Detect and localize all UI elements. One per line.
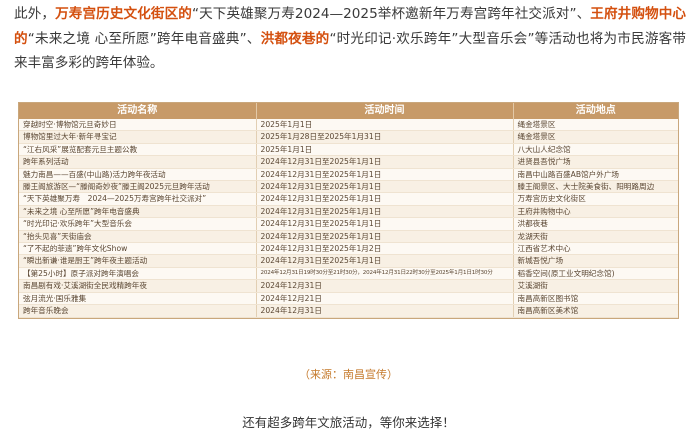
cell-location: 洪都夜巷 [513, 217, 678, 231]
table-row: 跨年音乐晚会 2024年12月31日 南昌高新区美术馆 [19, 304, 678, 318]
cell-time: 2024年12月31日至2025年1月1日 [256, 205, 514, 219]
intro-paragraph: 此外，万寿宫历史文化街区的“天下英雄聚万寿2024—2025举杯邀新年万寿宫跨年… [14, 2, 686, 76]
cell-location: 绳金塔景区 [513, 119, 678, 132]
cell-location: 进贤县吾悦广场 [513, 155, 678, 169]
table-header-row: 活动名称 活动时间 活动地点 [19, 103, 678, 119]
cell-time: 2024年12月31日至2025年1月1日 [256, 168, 514, 182]
table-row: “江右风采”展览配套元旦主题公教 2025年1月1日 八大山人纪念馆 [19, 143, 678, 157]
table-row: 跨年系列活动 2024年12月31日至2025年1月1日 进贤县吾悦广场 [19, 155, 678, 169]
cell-name: 跨年系列活动 [19, 155, 257, 169]
cell-name: “时光印记·欢乐跨年”大型音乐会 [19, 217, 257, 231]
table-row: 弦月流光·国乐雅集 2024年12月21日 南昌高新区图书馆 [19, 292, 678, 306]
cell-name: “抬头见喜”天街庙会 [19, 230, 257, 244]
cell-time: 2024年12月31日至2025年1月2日 [256, 242, 514, 256]
table-row: 【第25小时】原子派对跨年演唱会 2024年12月31日19时30分至21时30分… [19, 267, 678, 281]
activity-table: 活动名称 活动时间 活动地点 穿越时空·博物馆元旦奇妙日 2025年1月1日 绳金塔… [19, 103, 678, 318]
highlight-wanshougong: 万寿宫历史文化街区的 [55, 6, 192, 22]
cell-name: 穿越时空·博物馆元旦奇妙日 [19, 119, 257, 132]
cell-location: 江西省艺术中心 [513, 242, 678, 256]
cell-name: 博物馆里过大年·新年寻宝记 [19, 130, 257, 144]
table-row: “时光印记·欢乐跨年”大型音乐会 2024年12月31日至2025年1月1日 洪都夜… [19, 217, 678, 231]
cell-name: 弦月流光·国乐雅集 [19, 292, 257, 306]
cell-name: 跨年音乐晚会 [19, 304, 257, 318]
cell-time: 2024年12月31日至2025年1月1日 [256, 155, 514, 169]
cell-time: 2024年12月31日至2025年1月1日 [256, 192, 514, 206]
cell-location: 绳金塔景区 [513, 130, 678, 144]
intro-text-2: “天下英雄聚万寿2024—2025举杯邀新年万寿宫跨年社交派对”、 [191, 6, 591, 22]
cell-name: 滕王阁旅游区—“滕阁奇妙夜”滕王阁2025元旦跨年活动 [19, 180, 257, 194]
cell-location: 滕王阁景区、大士院美食街、阳明路周边 [513, 180, 678, 194]
activity-table-container: 活动名称 活动时间 活动地点 穿越时空·博物馆元旦奇妙日 2025年1月1日 绳金塔… [18, 102, 679, 319]
intro-text-1: 此外， [14, 6, 56, 22]
cell-name: 【第25小时】原子派对跨年演唱会 [19, 267, 257, 281]
cell-time: 2024年12月31日 [256, 304, 514, 318]
cell-name: “未来之境 心至所愿”跨年电音盛典 [19, 205, 257, 219]
table-row: 博物馆里过大年·新年寻宝记 2025年1月28日至2025年1月31日 绳金塔景区 [19, 130, 678, 144]
highlight-hongduyexiang: 洪都夜巷的 [260, 30, 330, 47]
table-row: “瞬出新谦·谁是厨王”跨年夜主题活动 2024年12月31日至2025年1月1日新… [19, 254, 678, 268]
table-row: 魅力南昌——百盛(中山路)活力跨年夜活动 2024年12月31日至2025年1月1… [19, 168, 678, 182]
header-activity-location: 活动地点 [513, 103, 678, 119]
table-row: 南昌剧有戏·艾溪湖街全民戏精跨年夜 2024年12月31日 艾溪湖街 [19, 279, 678, 293]
cell-location: 艾溪湖街 [513, 279, 678, 293]
header-activity-time: 活动时间 [256, 103, 514, 119]
cell-time: 2025年1月1日 [256, 119, 514, 132]
table-row: “未来之境 心至所愿”跨年电音盛典 2024年12月31日至2025年1月1日 王府… [19, 205, 678, 219]
cell-name: “了不起的菲遗”跨年文化Show [19, 242, 257, 256]
cell-name: 南昌剧有戏·艾溪湖街全民戏精跨年夜 [19, 279, 257, 293]
cell-time: 2025年1月1日 [256, 143, 514, 157]
cell-location: 龙湖天街 [513, 230, 678, 244]
cell-time: 2024年12月31日 [256, 279, 514, 293]
cell-time: 2024年12月31日至2025年1月1日 [256, 254, 514, 268]
source-caption: （来源：南昌宣传） [299, 368, 398, 381]
cell-location: 王府井购物中心 [513, 205, 678, 219]
table-row: 穿越时空·博物馆元旦奇妙日 2025年1月1日 绳金塔景区 [19, 119, 678, 132]
cell-location: 八大山人纪念馆 [513, 143, 678, 157]
cell-name: “瞬出新谦·谁是厨王”跨年夜主题活动 [19, 254, 257, 268]
footer-text: 还有超多跨年文旅活动，等你来选择！ [242, 415, 455, 430]
cell-time: 2024年12月31日19时30分至21时30分，2024年12月31日22时3… [256, 267, 514, 281]
cell-time: 2025年1月28日至2025年1月31日 [256, 130, 514, 144]
cell-time: 2024年12月31日至2025年1月1日 [256, 217, 514, 231]
header-activity-name: 活动名称 [19, 103, 257, 119]
cell-location: 南昌中山路百盛AB馆户外广场 [513, 168, 678, 182]
cell-name: “天下英雄聚万寿 2024—2025万寿宫跨年社交派对” [19, 192, 257, 206]
cell-name: 魅力南昌——百盛(中山路)活力跨年夜活动 [19, 168, 257, 182]
cell-time: 2024年12月21日 [256, 292, 514, 306]
table-row: 滕王阁旅游区—“滕阁奇妙夜”滕王阁2025元旦跨年活动 2024年12月31日至2… [19, 180, 678, 194]
cell-name: “江右风采”展览配套元旦主题公教 [19, 143, 257, 157]
intro-text-3: “未来之境 心至所愿”跨年电音盛典”、 [27, 30, 261, 47]
table-row: “天下英雄聚万寿 2024—2025万寿宫跨年社交派对” 2024年12月31日至… [19, 192, 678, 206]
cell-location: 稻香空间(原工业文明纪念馆) [513, 267, 678, 281]
table-row: “抬头见喜”天街庙会 2024年12月31日至2025年1月1日 龙湖天街 [19, 230, 678, 244]
cell-location: 万寿宫历史文化街区 [513, 192, 678, 206]
cell-location: 南昌高新区美术馆 [513, 304, 678, 318]
cell-location: 新城吾悦广场 [513, 254, 678, 268]
table-row: “了不起的菲遗”跨年文化Show 2024年12月31日至2025年1月2日 江西省… [19, 242, 678, 256]
cell-time: 2024年12月31日至2025年1月1日 [256, 230, 514, 244]
cell-location: 南昌高新区图书馆 [513, 292, 678, 306]
cell-time: 2024年12月31日至2025年1月1日 [256, 180, 514, 194]
